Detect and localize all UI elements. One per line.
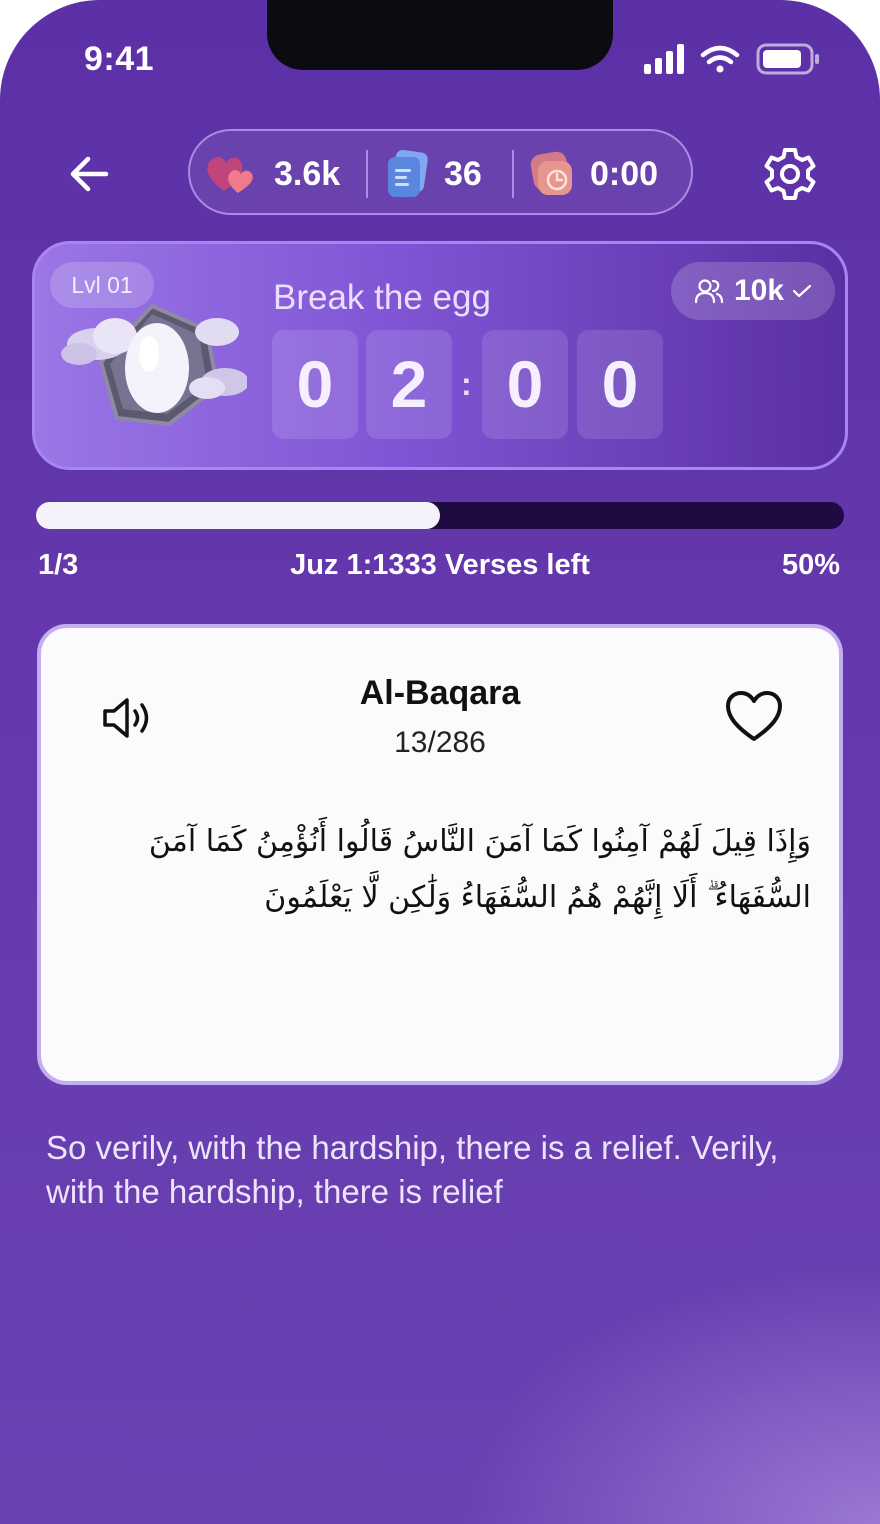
hearts-icon <box>207 156 253 193</box>
verse-card: Al-Baqara 13/286 وَإِذَا قِيلَ لَهُمْ آم… <box>37 624 843 1085</box>
stats-bar: 3.6k 36 0:00 <box>188 129 693 215</box>
timer-stat[interactable]: 0:00 <box>528 131 658 217</box>
status-time: 9:41 <box>84 40 155 78</box>
cards-icon <box>388 149 428 197</box>
cards-value: 36 <box>444 154 482 193</box>
timer-digit: 0 <box>482 330 568 439</box>
progress-label: Juz 1:1333 Verses left <box>290 549 590 581</box>
level-badge: Lvl 01 <box>50 262 154 308</box>
wifi-icon <box>700 45 740 73</box>
progress-percent: 50% <box>781 549 840 581</box>
stats-divider <box>512 150 514 198</box>
back-arrow-icon[interactable] <box>66 150 114 198</box>
ayah-reference: 13/286 <box>394 726 486 759</box>
check-icon <box>792 284 812 298</box>
device-notch <box>267 0 613 70</box>
status-icons <box>644 43 819 75</box>
hearts-value: 3.6k <box>274 154 341 193</box>
phone-screen: 9:41 3.6k 36 0:00 Lvl 01 Break the egg 1… <box>0 0 880 1524</box>
settings-gear-icon[interactable] <box>760 144 820 204</box>
surah-name: Al-Baqara <box>359 674 521 712</box>
signal-icon <box>644 44 684 74</box>
timer-colon: : <box>461 366 472 402</box>
timer-digit: 0 <box>577 330 663 439</box>
stats-divider <box>366 150 368 198</box>
progress-fill <box>36 502 440 529</box>
timer-digit: 2 <box>366 330 452 439</box>
challenge-title: Break the egg <box>273 278 491 317</box>
verse-translation: So verily, with the hardship, there is a… <box>46 1129 779 1210</box>
players-badge[interactable]: 10k <box>671 262 835 320</box>
progress-bar <box>36 502 844 529</box>
timer-digit: 0 <box>272 330 358 439</box>
timer-icon <box>530 151 572 195</box>
arabic-verse: وَإِذَا قِيلَ لَهُمْ آمِنُوا كَمَا آمَنَ… <box>148 824 811 915</box>
heart-icon[interactable] <box>725 690 783 744</box>
challenge-card[interactable]: Lvl 01 Break the egg 10k 0 2 : 0 0 <box>32 241 848 470</box>
egg-illustration <box>61 303 247 427</box>
timer-value: 0:00 <box>590 154 659 193</box>
hearts-stat[interactable]: 3.6k <box>204 131 340 217</box>
battery-icon <box>756 43 819 75</box>
cards-stat[interactable]: 36 <box>384 131 482 217</box>
players-count: 10k <box>733 274 785 307</box>
users-icon <box>694 279 724 304</box>
